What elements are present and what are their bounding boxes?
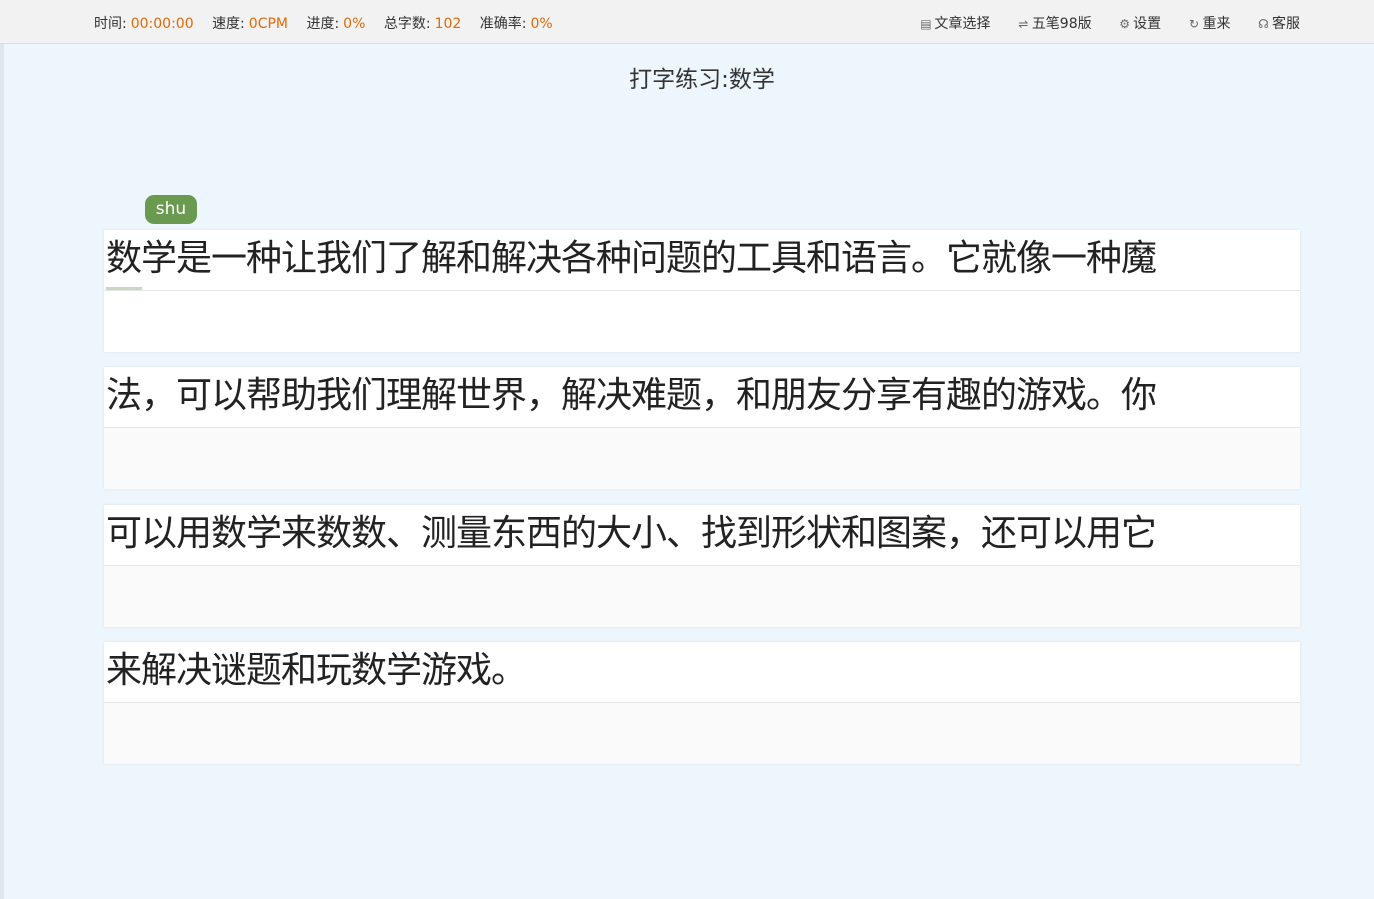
typing-line-2: 法，可以帮助我们理解世界，解决难题，和朋友分享有趣的游戏。你	[104, 367, 1300, 489]
restart-button[interactable]: ↻ 重来	[1188, 13, 1231, 33]
page-title: 打字练习:数学	[629, 67, 775, 93]
refresh-icon: ↻	[1189, 17, 1200, 31]
stat-accuracy: 准确率: 0%	[479, 16, 553, 32]
document-list-icon: ▤	[920, 17, 932, 31]
source-text-line: 可以用数学来数数、测量东西的大小、找到形状和图案，还可以用它	[104, 505, 1300, 566]
swap-icon: ⇌	[1018, 17, 1029, 31]
typing-input-line-3[interactable]	[104, 566, 1300, 627]
typing-line-1: 数学是一种让我们了解和解决各种问题的工具和语言。它就像一种魔	[104, 230, 1300, 352]
typing-input-line-2[interactable]	[104, 428, 1300, 489]
stat-speed: 速度: 0CPM	[212, 16, 288, 32]
gear-icon: ⚙	[1119, 17, 1130, 31]
left-edge-scrollbar	[0, 44, 4, 899]
pinyin-hint-badge: shu	[145, 195, 197, 224]
source-text-line: 来解决谜题和玩数学游戏。	[104, 642, 1300, 703]
typing-line-4: 来解决谜题和玩数学游戏。	[104, 642, 1300, 764]
customer-service-button[interactable]: ☊ 客服	[1257, 13, 1300, 33]
article-select-button[interactable]: ▤ 文章选择	[919, 13, 990, 33]
wubi-version-button[interactable]: ⇌ 五笔98版	[1017, 13, 1091, 33]
current-char-underline	[106, 287, 142, 290]
typing-input-line-4[interactable]	[104, 703, 1300, 764]
stat-time: 时间: 00:00:00	[94, 16, 194, 32]
top-toolbar: 时间: 00:00:00 速度: 0CPM 进度: 0% 总字数: 102 准确率: 0%…	[0, 0, 1374, 44]
stats-bar: 时间: 00:00:00 速度: 0CPM 进度: 0% 总字数: 102 准确率: 0%	[94, 13, 567, 33]
source-text-line: 法，可以帮助我们理解世界，解决难题，和朋友分享有趣的游戏。你	[104, 367, 1300, 428]
settings-button[interactable]: ⚙ 设置	[1118, 13, 1161, 33]
typing-input-line-1[interactable]	[104, 291, 1300, 352]
typing-line-3: 可以用数学来数数、测量东西的大小、找到形状和图案，还可以用它	[104, 505, 1300, 627]
stat-total-chars: 总字数: 102	[383, 16, 462, 32]
stat-progress: 进度: 0%	[306, 16, 366, 32]
headset-icon: ☊	[1258, 17, 1269, 31]
action-bar: ▤ 文章选择 ⇌ 五笔98版 ⚙ 设置 ↻ 重来 ☊ 客服	[897, 13, 1300, 33]
source-text-line: 数学是一种让我们了解和解决各种问题的工具和语言。它就像一种魔	[104, 230, 1300, 291]
